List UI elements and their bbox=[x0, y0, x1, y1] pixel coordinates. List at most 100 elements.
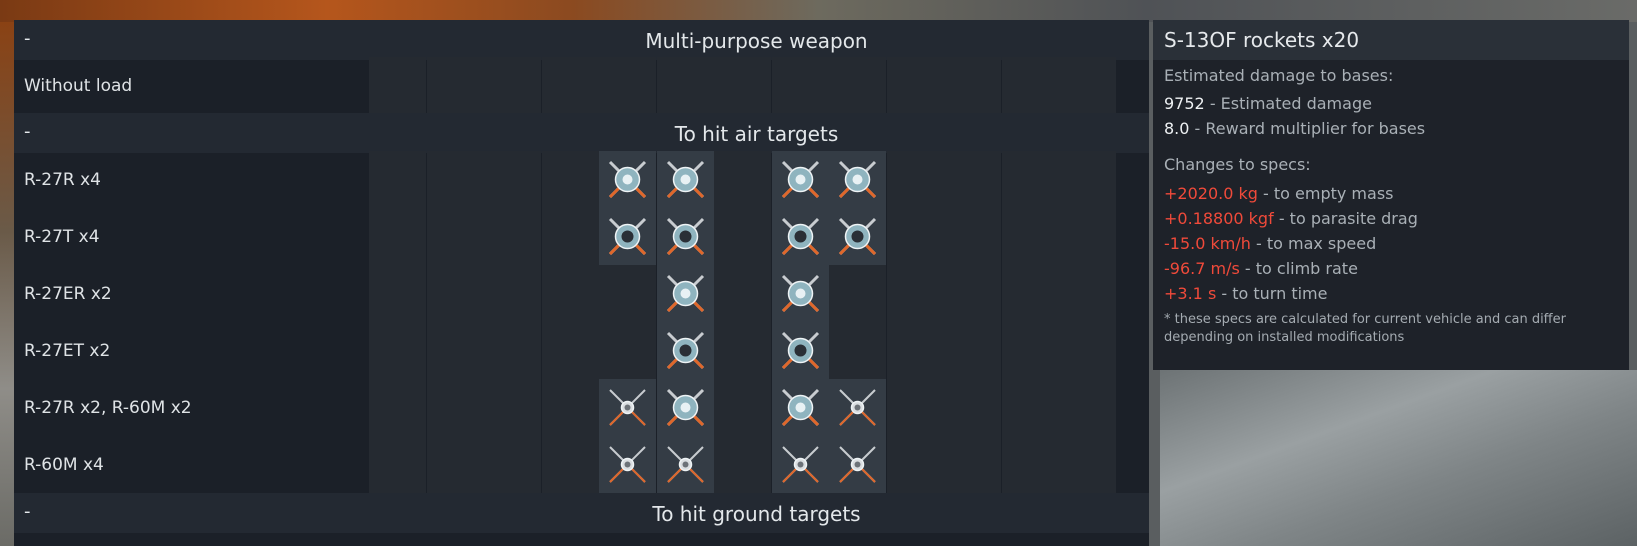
pylon-slot-empty bbox=[541, 208, 599, 265]
preset-label: R-27ET x2 bbox=[24, 341, 111, 361]
section-header-multipurpose[interactable]: - Multi-purpose weapon bbox=[14, 20, 1149, 60]
pylon-slot-r27et bbox=[656, 322, 714, 379]
pylon-slot-r27r bbox=[599, 151, 656, 208]
preset-row[interactable]: R-60M x4 bbox=[14, 435, 1149, 494]
missile-r60m-icon bbox=[609, 389, 646, 426]
pylon-slot-empty bbox=[426, 379, 484, 436]
pylon-slot-empty bbox=[369, 151, 426, 208]
section-title: To hit air targets bbox=[674, 122, 839, 146]
pylon-slot-r60m bbox=[599, 436, 656, 493]
pylon-slot-empty bbox=[541, 379, 599, 436]
preset-label: R-27R x4 bbox=[24, 170, 101, 190]
pylon-slot-empty bbox=[599, 322, 656, 379]
collapse-toggle[interactable]: - bbox=[24, 28, 31, 49]
preset-row[interactable]: R-27R x2, R-60M x2 bbox=[14, 378, 1149, 437]
pylon-slot-r60m bbox=[829, 379, 886, 436]
missile-r60m-icon bbox=[781, 446, 819, 483]
pylon-slot-empty bbox=[886, 322, 944, 379]
pylon-slot-empty bbox=[1059, 57, 1116, 114]
spec-change-line: -15.0 km/h - to max speed bbox=[1164, 234, 1376, 253]
background-scenery-left bbox=[0, 22, 14, 546]
pylon-slot-empty bbox=[829, 57, 886, 114]
missile-r27r-icon bbox=[666, 388, 704, 427]
info-header: S-13OF rockets x20 bbox=[1153, 20, 1629, 60]
missile-r60m-icon bbox=[839, 389, 876, 426]
preset-row[interactable]: R-27T x4 bbox=[14, 207, 1149, 266]
pylon-slot-empty bbox=[714, 322, 771, 379]
pylon-slot-empty bbox=[426, 57, 484, 114]
spec-change-line: +0.18800 kgf - to parasite drag bbox=[1164, 209, 1418, 228]
reward-value: 8.0 bbox=[1164, 119, 1190, 138]
pylon-slot-empty bbox=[1001, 151, 1059, 208]
spec-change-value: +3.1 s bbox=[1164, 284, 1217, 303]
pylon-slot-empty bbox=[426, 265, 484, 322]
pylon-slots bbox=[369, 150, 1149, 209]
spec-change-value: -15.0 km/h bbox=[1164, 234, 1251, 253]
pylon-slot-empty bbox=[1059, 208, 1116, 265]
pylon-slot-empty bbox=[1001, 436, 1059, 493]
pylon-slot-empty bbox=[886, 436, 944, 493]
background-scenery bbox=[0, 0, 1637, 22]
collapse-toggle[interactable]: - bbox=[24, 501, 31, 522]
spec-change-value: +2020.0 kg bbox=[1164, 184, 1258, 203]
spec-change-line: +3.1 s - to turn time bbox=[1164, 284, 1327, 303]
pylon-slot-empty bbox=[1001, 208, 1059, 265]
pylon-slot-empty bbox=[599, 265, 656, 322]
pylon-slot-empty bbox=[714, 57, 771, 114]
pylon-slot-empty bbox=[886, 265, 944, 322]
preset-label: R-27T x4 bbox=[24, 227, 100, 247]
preset-row[interactable]: R-27R x4 bbox=[14, 150, 1149, 209]
pylon-slot-empty bbox=[541, 151, 599, 208]
pylon-slot-empty bbox=[599, 57, 656, 114]
section-title: To hit ground targets bbox=[652, 502, 861, 526]
pylon-slot-empty bbox=[484, 151, 541, 208]
pylon-slot-empty bbox=[484, 436, 541, 493]
pylon-slot-empty bbox=[369, 322, 426, 379]
pylon-slot-empty bbox=[369, 57, 426, 114]
pylon-slot-empty bbox=[714, 208, 771, 265]
pylon-slot-empty bbox=[829, 265, 886, 322]
pylon-slot-empty bbox=[944, 436, 1001, 493]
estimated-damage-line: 9752 - Estimated damage bbox=[1164, 94, 1372, 113]
missile-r27t-icon bbox=[838, 217, 877, 256]
pylon-slot-empty bbox=[944, 151, 1001, 208]
pylon-slot-r27et bbox=[771, 322, 829, 379]
pylon-slot-empty bbox=[484, 57, 541, 114]
section-header-air[interactable]: - To hit air targets bbox=[14, 113, 1149, 153]
reward-multiplier-line: 8.0 - Reward multiplier for bases bbox=[1164, 119, 1425, 138]
pylon-slot-empty bbox=[369, 208, 426, 265]
preset-label: R-60M x4 bbox=[24, 455, 104, 475]
pylon-slot-r60m bbox=[829, 436, 886, 493]
missile-r27r-icon bbox=[666, 160, 704, 199]
missile-r27r-icon bbox=[608, 160, 647, 199]
pylon-slot-r27r bbox=[829, 151, 886, 208]
spec-change-line: -96.7 m/s - to climb rate bbox=[1164, 259, 1358, 278]
preset-label: R-27R x2, R-60M x2 bbox=[24, 398, 192, 418]
spec-change-line: +2020.0 kg - to empty mass bbox=[1164, 184, 1393, 203]
pylon-slot-empty bbox=[1059, 265, 1116, 322]
pylon-slot-r27r bbox=[771, 379, 829, 436]
pylon-slot-empty bbox=[714, 265, 771, 322]
preset-row[interactable]: R-27ER x2 bbox=[14, 264, 1149, 323]
background-scenery-right bbox=[1160, 370, 1637, 546]
pylon-slot-empty bbox=[714, 436, 771, 493]
pylon-slot-r27t bbox=[599, 208, 656, 265]
spec-change-label: - to climb rate bbox=[1244, 259, 1358, 278]
spec-change-value: +0.18800 kgf bbox=[1164, 209, 1274, 228]
missile-r27et-icon bbox=[781, 331, 819, 370]
section-header-ground[interactable]: - To hit ground targets bbox=[14, 493, 1149, 533]
collapse-toggle[interactable]: - bbox=[24, 121, 31, 142]
missile-r27t-icon bbox=[781, 217, 819, 256]
pylon-slot-empty bbox=[541, 265, 599, 322]
pylon-slot-empty bbox=[829, 322, 886, 379]
section-title: Multi-purpose weapon bbox=[645, 29, 868, 53]
pylon-slots bbox=[369, 207, 1149, 266]
pylon-slot-empty bbox=[369, 379, 426, 436]
pylon-slot-r27t bbox=[656, 208, 714, 265]
preset-row[interactable]: Without load bbox=[14, 56, 1149, 115]
spec-change-label: - to max speed bbox=[1255, 234, 1377, 253]
pylon-slot-empty bbox=[1001, 322, 1059, 379]
pylon-slot-empty bbox=[714, 151, 771, 208]
pylon-slot-empty bbox=[1059, 436, 1116, 493]
preset-row[interactable]: R-27ET x2 bbox=[14, 321, 1149, 380]
